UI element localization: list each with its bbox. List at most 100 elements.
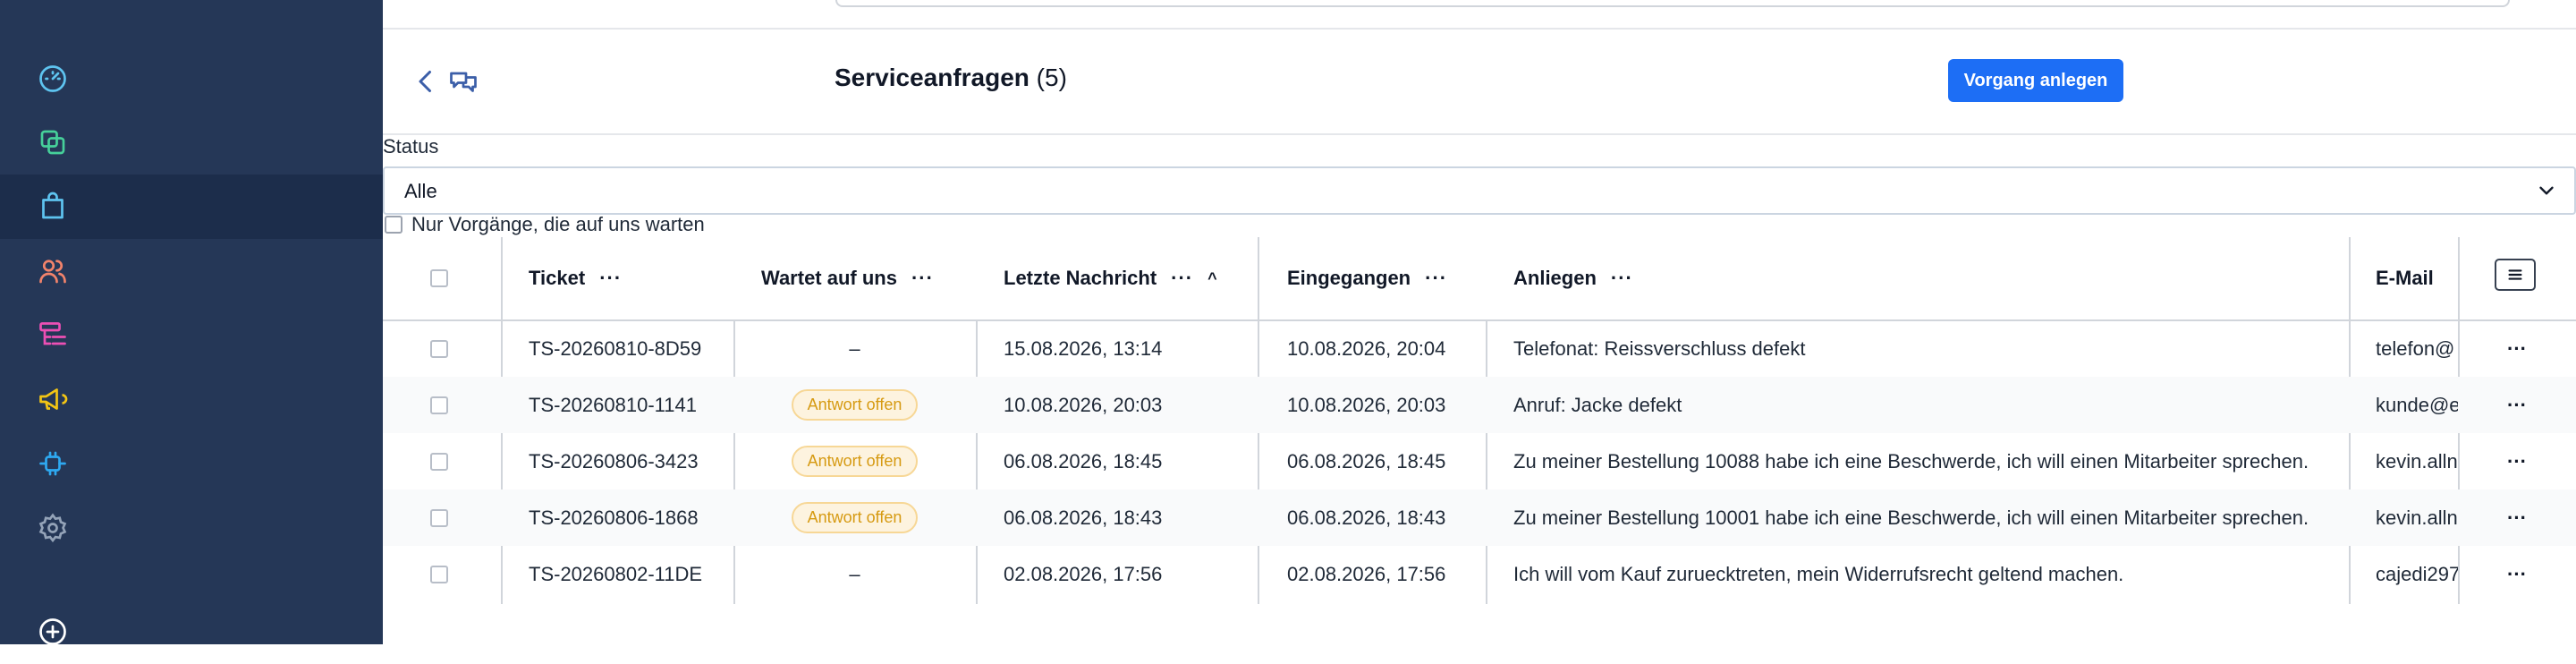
column-menu-last-message[interactable]: ··· <box>1171 267 1193 290</box>
concern-text: Ich will vom Kauf zuruecktreten, mein Wi… <box>1513 562 2124 585</box>
email-text: cajedi297 <box>2376 562 2458 585</box>
sidebar-item-orders[interactable] <box>0 175 383 239</box>
waiting-status: Antwort offen <box>733 433 976 489</box>
row-select-cell <box>430 320 448 377</box>
ticket-id[interactable]: TS-20260806-1868 <box>529 489 699 546</box>
global-search-input[interactable] <box>835 0 2510 7</box>
messages-button[interactable] <box>447 65 479 98</box>
column-settings-button[interactable] <box>2495 259 2536 291</box>
table-row[interactable]: TS-20260806-1868 Antwort offen 06.08.202… <box>383 489 2576 546</box>
status-badge: Antwort offen <box>791 502 919 533</box>
last-message-date: 06.08.2026, 18:43 <box>1004 506 1163 529</box>
sidebar <box>0 0 383 645</box>
row-select-cell <box>430 377 448 433</box>
ticket-id[interactable]: TS-20260810-1141 <box>529 377 697 433</box>
row-actions-button[interactable]: ··· <box>2507 546 2527 602</box>
received-date: 10.08.2026, 20:03 <box>1287 393 1446 416</box>
received-date: 02.08.2026, 17:56 <box>1287 562 1446 585</box>
status-filter-value: Alle <box>404 180 437 202</box>
email-text: kevin.alln <box>2376 449 2458 472</box>
table-header: Ticket ··· Wartet auf uns ··· Letzte Nac… <box>383 237 2576 321</box>
row-actions-button[interactable]: ··· <box>2507 433 2527 489</box>
table-row[interactable]: TS-20260810-1141 Antwort offen 10.08.202… <box>383 377 2576 433</box>
ticket-id[interactable]: TS-20260810-8D59 <box>529 320 701 377</box>
list-tree-icon <box>37 319 69 352</box>
row-actions-button[interactable]: ··· <box>2507 489 2527 546</box>
plus-circle-icon <box>37 616 69 648</box>
sidebar-item-add[interactable] <box>0 600 383 664</box>
column-header-email[interactable]: E-Mail <box>2376 237 2434 319</box>
sidebar-item-copies[interactable] <box>0 110 383 175</box>
page-header: Serviceanfragen (5) Vorgang anlegen <box>383 30 2576 135</box>
row-select-cell <box>430 546 448 602</box>
column-menu-concern[interactable]: ··· <box>1611 267 1633 290</box>
row-checkbox[interactable] <box>430 396 448 414</box>
column-menu-ticket[interactable]: ··· <box>599 267 622 290</box>
column-label-ticket: Ticket <box>529 267 586 289</box>
row-select-cell <box>430 433 448 489</box>
column-label-received: Eingegangen <box>1287 267 1411 289</box>
column-label-waiting: Wartet auf uns <box>761 267 897 289</box>
waiting-status: – <box>849 562 860 585</box>
column-header-waiting[interactable]: Wartet auf uns ··· <box>761 237 934 319</box>
megaphone-icon <box>37 383 69 415</box>
status-badge: Antwort offen <box>791 389 919 421</box>
waiting-filter: Nur Vorgänge, die auf uns warten <box>385 212 705 237</box>
last-message-date: 10.08.2026, 20:03 <box>1004 393 1163 416</box>
row-actions-button[interactable]: ··· <box>2507 377 2527 433</box>
column-header-last-message[interactable]: Letzte Nachricht ··· ^ <box>1004 237 1217 319</box>
table-row[interactable]: TS-20260810-8D59 – 15.08.2026, 13:14 10.… <box>383 320 2576 377</box>
email-text: kevin.alln <box>2376 506 2458 529</box>
create-ticket-button[interactable]: Vorgang anlegen <box>1948 59 2123 102</box>
copy-squares-icon <box>37 126 69 158</box>
row-actions-button[interactable]: ··· <box>2507 320 2527 377</box>
column-header-received[interactable]: Eingegangen ··· <box>1287 237 1447 319</box>
last-message-date: 02.08.2026, 17:56 <box>1004 562 1163 585</box>
waiting-status: Antwort offen <box>733 377 976 433</box>
column-menu-received[interactable]: ··· <box>1425 267 1447 290</box>
row-checkbox[interactable] <box>430 339 448 358</box>
shopping-bag-icon <box>37 191 69 223</box>
select-all-checkbox[interactable] <box>430 269 448 287</box>
gear-icon <box>37 512 69 544</box>
page-title-text: Serviceanfragen <box>835 64 1030 91</box>
received-date: 06.08.2026, 18:43 <box>1287 506 1446 529</box>
concern-text: Zu meiner Bestellung 10088 habe ich eine… <box>1513 449 2309 472</box>
column-menu-waiting[interactable]: ··· <box>911 267 934 290</box>
sidebar-item-customers[interactable] <box>0 239 383 303</box>
top-bar <box>383 0 2576 30</box>
page-title-count: (5) <box>1036 64 1067 91</box>
users-icon <box>37 255 69 287</box>
chevron-down-icon <box>2535 179 2558 202</box>
ticket-id[interactable]: TS-20260806-3423 <box>529 433 699 489</box>
hamburger-menu-icon <box>2508 269 2522 280</box>
status-filter-select[interactable]: Alle <box>383 166 2576 215</box>
last-message-date: 06.08.2026, 18:45 <box>1004 449 1163 472</box>
back-button[interactable] <box>410 65 442 98</box>
column-header-ticket[interactable]: Ticket ··· <box>529 237 622 319</box>
tickets-table: Ticket ··· Wartet auf uns ··· Letzte Nac… <box>383 237 2576 604</box>
sort-ascending-icon[interactable]: ^ <box>1208 269 1217 288</box>
sidebar-item-dashboard[interactable] <box>0 47 383 111</box>
table-row[interactable]: TS-20260802-11DE – 02.08.2026, 17:56 02.… <box>383 546 2576 602</box>
waiting-filter-checkbox[interactable] <box>385 216 402 234</box>
chat-bubbles-icon <box>450 72 477 92</box>
received-date: 06.08.2026, 18:45 <box>1287 449 1446 472</box>
sidebar-item-extensions[interactable] <box>0 431 383 496</box>
table-row[interactable]: TS-20260806-3423 Antwort offen 06.08.202… <box>383 433 2576 489</box>
sidebar-item-catalog[interactable] <box>0 303 383 368</box>
concern-text: Anruf: Jacke defekt <box>1513 393 1682 416</box>
select-all-cell <box>430 237 448 319</box>
email-text: kunde@e <box>2376 393 2458 416</box>
sidebar-item-settings[interactable] <box>0 496 383 560</box>
column-label-email: E-Mail <box>2376 267 2434 289</box>
column-header-concern[interactable]: Anliegen ··· <box>1513 237 1633 319</box>
sidebar-item-marketing[interactable] <box>0 367 383 431</box>
status-badge: Antwort offen <box>791 446 919 477</box>
ticket-id[interactable]: TS-20260802-11DE <box>529 546 702 602</box>
row-checkbox[interactable] <box>430 508 448 527</box>
row-checkbox[interactable] <box>430 452 448 471</box>
column-label-last-message: Letzte Nachricht <box>1004 267 1157 289</box>
email-text: telefon@ <box>2376 336 2455 360</box>
row-checkbox[interactable] <box>430 565 448 583</box>
